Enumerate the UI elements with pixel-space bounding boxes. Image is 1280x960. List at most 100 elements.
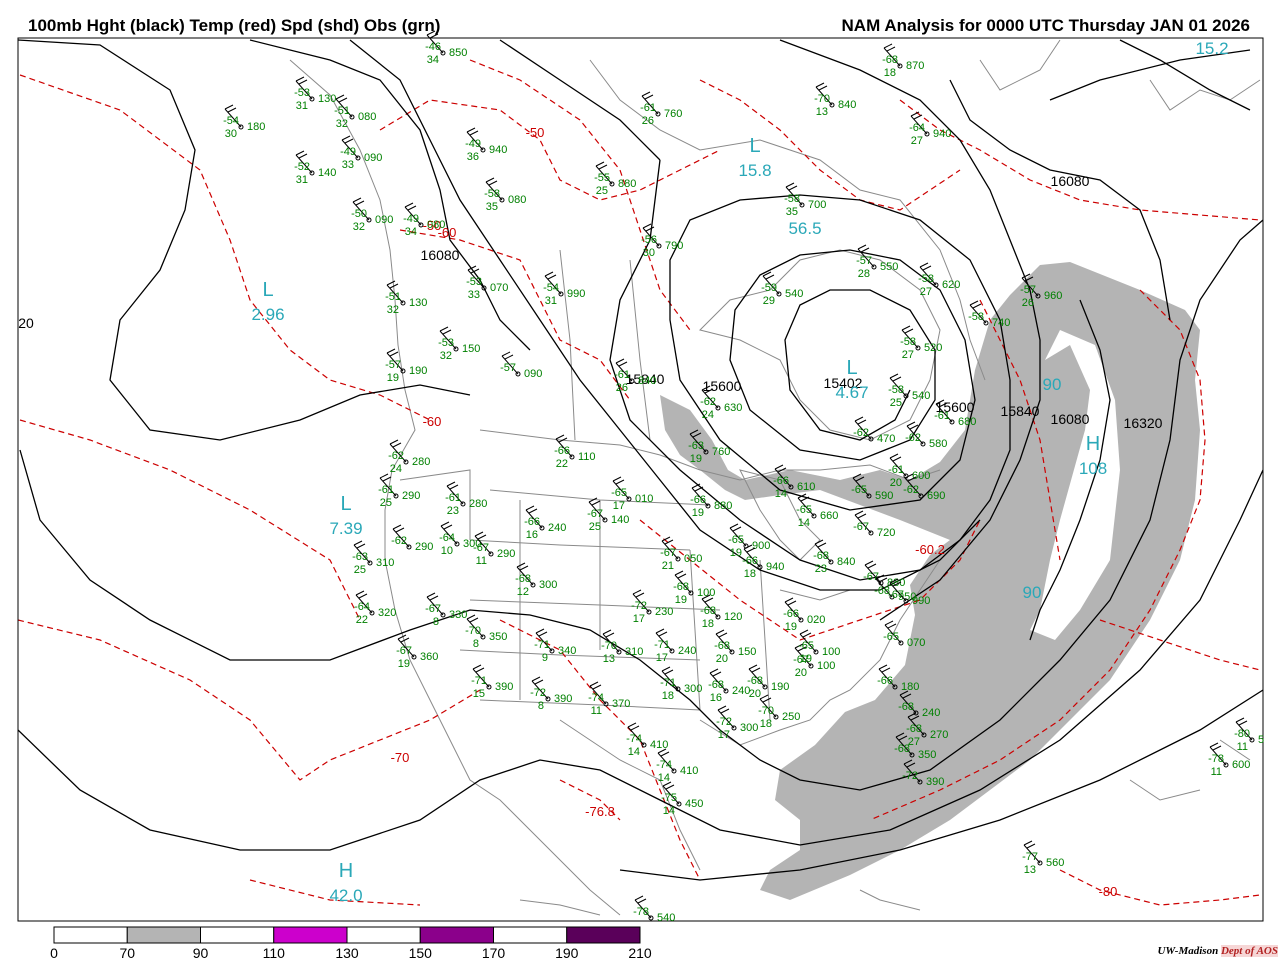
- obs-temperature: -54: [223, 115, 239, 127]
- obs-temperature: -62: [391, 535, 407, 547]
- obs-height: 080: [508, 194, 526, 206]
- obs-temperature: -67: [473, 542, 489, 554]
- obs-height: 740: [992, 317, 1010, 329]
- obs-temperature: -70: [758, 705, 774, 717]
- obs-dewpoint: 11: [1237, 741, 1248, 753]
- obs-dewpoint: 16: [710, 692, 722, 704]
- station-plot: -7414 410: [656, 748, 698, 784]
- obs-dewpoint: 14: [628, 746, 640, 758]
- obs-dewpoint: 11: [591, 705, 602, 717]
- obs-dewpoint: 23: [815, 563, 827, 575]
- obs-temperature: -75: [661, 792, 677, 804]
- obs-temperature: -65: [798, 640, 814, 652]
- temperature-contour-label: -70: [391, 750, 410, 765]
- obs-dewpoint: 20: [890, 477, 902, 489]
- obs-temperature: -46: [425, 41, 441, 53]
- obs-dewpoint: 27: [920, 286, 932, 298]
- station-plot: -6819100: [673, 570, 715, 606]
- obs-height: 940: [933, 128, 951, 140]
- temperature-contour-label: -60: [423, 414, 442, 429]
- obs-dewpoint: 8: [473, 638, 479, 650]
- obs-height: 010: [635, 493, 653, 505]
- obs-dewpoint: 14: [775, 488, 787, 500]
- obs-dewpoint: 22: [356, 614, 368, 626]
- credit-text: UW-Madison Dept of AOS: [1157, 945, 1278, 957]
- obs-temperature: -67: [660, 547, 676, 559]
- obs-dewpoint: 13: [603, 653, 615, 665]
- obs-dewpoint: 17: [718, 729, 730, 741]
- obs-height: 350: [489, 631, 507, 643]
- obs-height: 760: [664, 108, 682, 120]
- obs-dewpoint: 19: [785, 621, 797, 633]
- obs-dewpoint: 35: [786, 206, 798, 218]
- obs-dewpoint: 31: [545, 295, 557, 307]
- obs-temperature: -49: [403, 213, 419, 225]
- obs-temperature: -54: [543, 282, 559, 294]
- obs-dewpoint: 15: [473, 688, 485, 700]
- colorbar-swatch: [346, 926, 421, 944]
- obs-dewpoint: 19: [675, 594, 687, 606]
- obs-temperature: -65: [883, 631, 899, 643]
- obs-height: 330: [449, 609, 467, 621]
- obs-height: 940: [766, 561, 784, 573]
- obs-dewpoint: 17: [656, 652, 668, 664]
- obs-temperature: -63: [688, 440, 704, 452]
- obs-height: 140: [318, 167, 336, 179]
- obs-dewpoint: 25: [890, 397, 902, 409]
- obs-dewpoint: 25: [596, 185, 608, 197]
- station-plot: -7713 560: [1022, 840, 1064, 876]
- credit-org: UW-Madison: [1157, 945, 1219, 957]
- obs-dewpoint: 34: [405, 226, 417, 238]
- obs-temperature: -61: [640, 102, 656, 114]
- obs-height: 600: [1232, 759, 1250, 771]
- obs-temperature: -65: [611, 487, 627, 499]
- height-contour-label: 20: [18, 315, 34, 331]
- station-plot: -6325 310: [352, 540, 394, 576]
- obs-dewpoint: 25: [354, 564, 366, 576]
- obs-temperature: -70: [814, 93, 830, 105]
- obs-dewpoint: 14: [798, 517, 810, 529]
- obs-temperature: -57: [1020, 284, 1036, 296]
- obs-dewpoint: 26: [642, 115, 654, 127]
- station-plot: -6820 150: [714, 629, 756, 665]
- obs-height: 660: [820, 510, 838, 522]
- obs-dewpoint: 30: [643, 247, 655, 259]
- height-contour-label: 16080: [1051, 411, 1090, 427]
- station-plot: -7217 300: [716, 705, 758, 741]
- obs-height: 840: [638, 375, 656, 387]
- obs-height: 470: [877, 433, 895, 445]
- obs-temperature: -72: [716, 716, 732, 728]
- station-plot: -5132 130: [385, 280, 427, 316]
- obs-height: 190: [409, 365, 427, 377]
- temperature-contour-label: -50: [526, 125, 545, 140]
- obs-temperature: -65: [728, 534, 744, 546]
- station-plot: -6818 120: [700, 594, 742, 630]
- station-plot: -6517 010: [611, 476, 653, 512]
- obs-height: 310: [625, 646, 643, 658]
- obs-height: 580: [929, 438, 947, 450]
- station-plot: -7411 370: [588, 681, 630, 717]
- obs-temperature: -66: [524, 516, 540, 528]
- station-plot: -6519 900: [728, 523, 770, 559]
- obs-temperature: -58: [484, 188, 500, 200]
- station-plot: -6812 300: [515, 562, 557, 598]
- height-contour-label: 16080: [1051, 173, 1090, 189]
- obs-temperature: -61: [934, 410, 950, 422]
- obs-dewpoint: 32: [353, 221, 365, 233]
- colorbar-tick-label: 90: [193, 945, 209, 960]
- center-value: 2.96: [251, 305, 284, 324]
- station-plot: -6816 240: [708, 668, 750, 704]
- station-plot: -719 340: [534, 628, 576, 664]
- obs-height: 120: [724, 611, 742, 623]
- station-plot: -5032 090: [351, 197, 393, 233]
- obs-temperature: -51: [385, 291, 401, 303]
- obs-dewpoint: 14: [663, 805, 675, 817]
- obs-temperature: -65: [796, 504, 812, 516]
- obs-dewpoint: 18: [662, 690, 674, 702]
- obs-height: 190: [771, 681, 789, 693]
- obs-height: 240: [922, 707, 940, 719]
- obs-temperature: -66: [773, 475, 789, 487]
- obs-temperature: -71: [654, 639, 670, 651]
- obs-dewpoint: 27: [902, 349, 914, 361]
- colorbar-swatch: [273, 926, 348, 944]
